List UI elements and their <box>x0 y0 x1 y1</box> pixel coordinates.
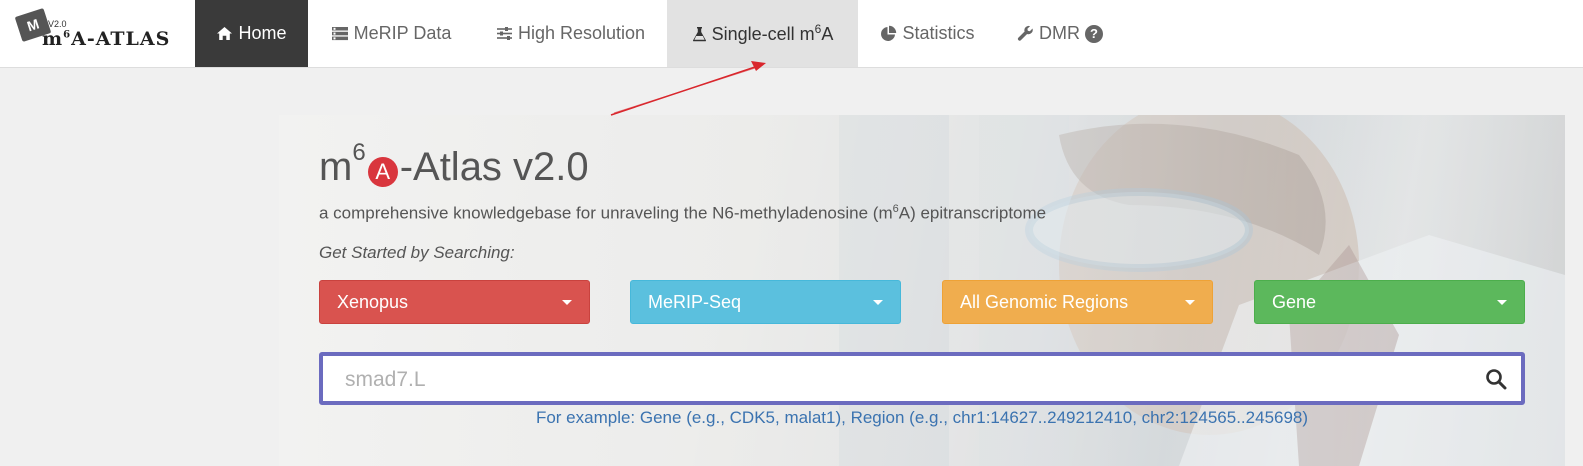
home-icon <box>216 26 233 41</box>
hero-subtitle: a comprehensive knowledgebase for unrave… <box>319 203 1047 223</box>
nav-dmr[interactable]: DMR ? <box>997 0 1123 67</box>
nav-merip-label: MeRIP Data <box>353 23 452 43</box>
a-badge-icon: A <box>367 157 398 187</box>
caret-down-icon <box>873 300 883 305</box>
logo-text: m6A-ATLAS <box>42 28 171 50</box>
site-logo[interactable]: M V2.0 m6A-ATLAS <box>14 8 184 58</box>
question-circle-icon[interactable]: ? <box>1085 24 1103 43</box>
technique-dropdown[interactable]: MeRIP-Seq <box>630 280 901 324</box>
caret-down-icon <box>1497 300 1507 305</box>
top-navbar: M V2.0 m6A-ATLAS Home MeRIP Data High Re… <box>0 0 1583 68</box>
region-dropdown[interactable]: All Genomic Regions <box>942 280 1213 324</box>
region-dropdown-label: All Genomic Regions <box>960 291 1129 312</box>
nav-home[interactable]: Home <box>195 0 308 67</box>
hero-title: m 6 A -Atlas v2.0 <box>319 139 589 189</box>
flask-icon <box>692 26 707 42</box>
search-example-hint: For example: Gene (e.g., CDK5, malat1), … <box>535 408 1309 427</box>
species-dropdown-label: Xenopus <box>337 291 409 312</box>
nav-home-label: Home <box>238 23 287 43</box>
nav-dmr-label: DMR <box>1039 23 1080 43</box>
hero-banner: m 6 A -Atlas v2.0 a comprehensive knowledge… <box>279 115 1565 466</box>
nav-single-cell[interactable]: Single-cell m6A <box>667 0 858 67</box>
query-type-dropdown[interactable]: Gene <box>1254 280 1525 324</box>
nav-high-resolution[interactable]: High Resolution <box>474 0 667 67</box>
nav-statistics-label: Statistics <box>902 23 975 43</box>
nav-statistics[interactable]: Statistics <box>858 0 997 67</box>
caret-down-icon <box>1185 300 1195 305</box>
search-icon[interactable] <box>1485 368 1507 395</box>
nav-single-cell-label: Single-cell m6A <box>711 22 834 44</box>
wrench-icon <box>1017 25 1034 42</box>
search-prompt: Get Started by Searching: <box>319 243 515 262</box>
search-box <box>319 352 1525 405</box>
technique-dropdown-label: MeRIP-Seq <box>648 291 742 312</box>
pie-chart-icon <box>880 25 897 42</box>
nav-high-resolution-label: High Resolution <box>517 23 646 43</box>
list-icon <box>331 26 349 41</box>
nav-merip-data[interactable]: MeRIP Data <box>308 0 474 67</box>
search-input[interactable] <box>343 356 1477 403</box>
species-dropdown[interactable]: Xenopus <box>319 280 590 324</box>
query-type-dropdown-label: Gene <box>1272 291 1317 312</box>
sliders-icon <box>496 26 513 41</box>
caret-down-icon <box>562 300 572 305</box>
